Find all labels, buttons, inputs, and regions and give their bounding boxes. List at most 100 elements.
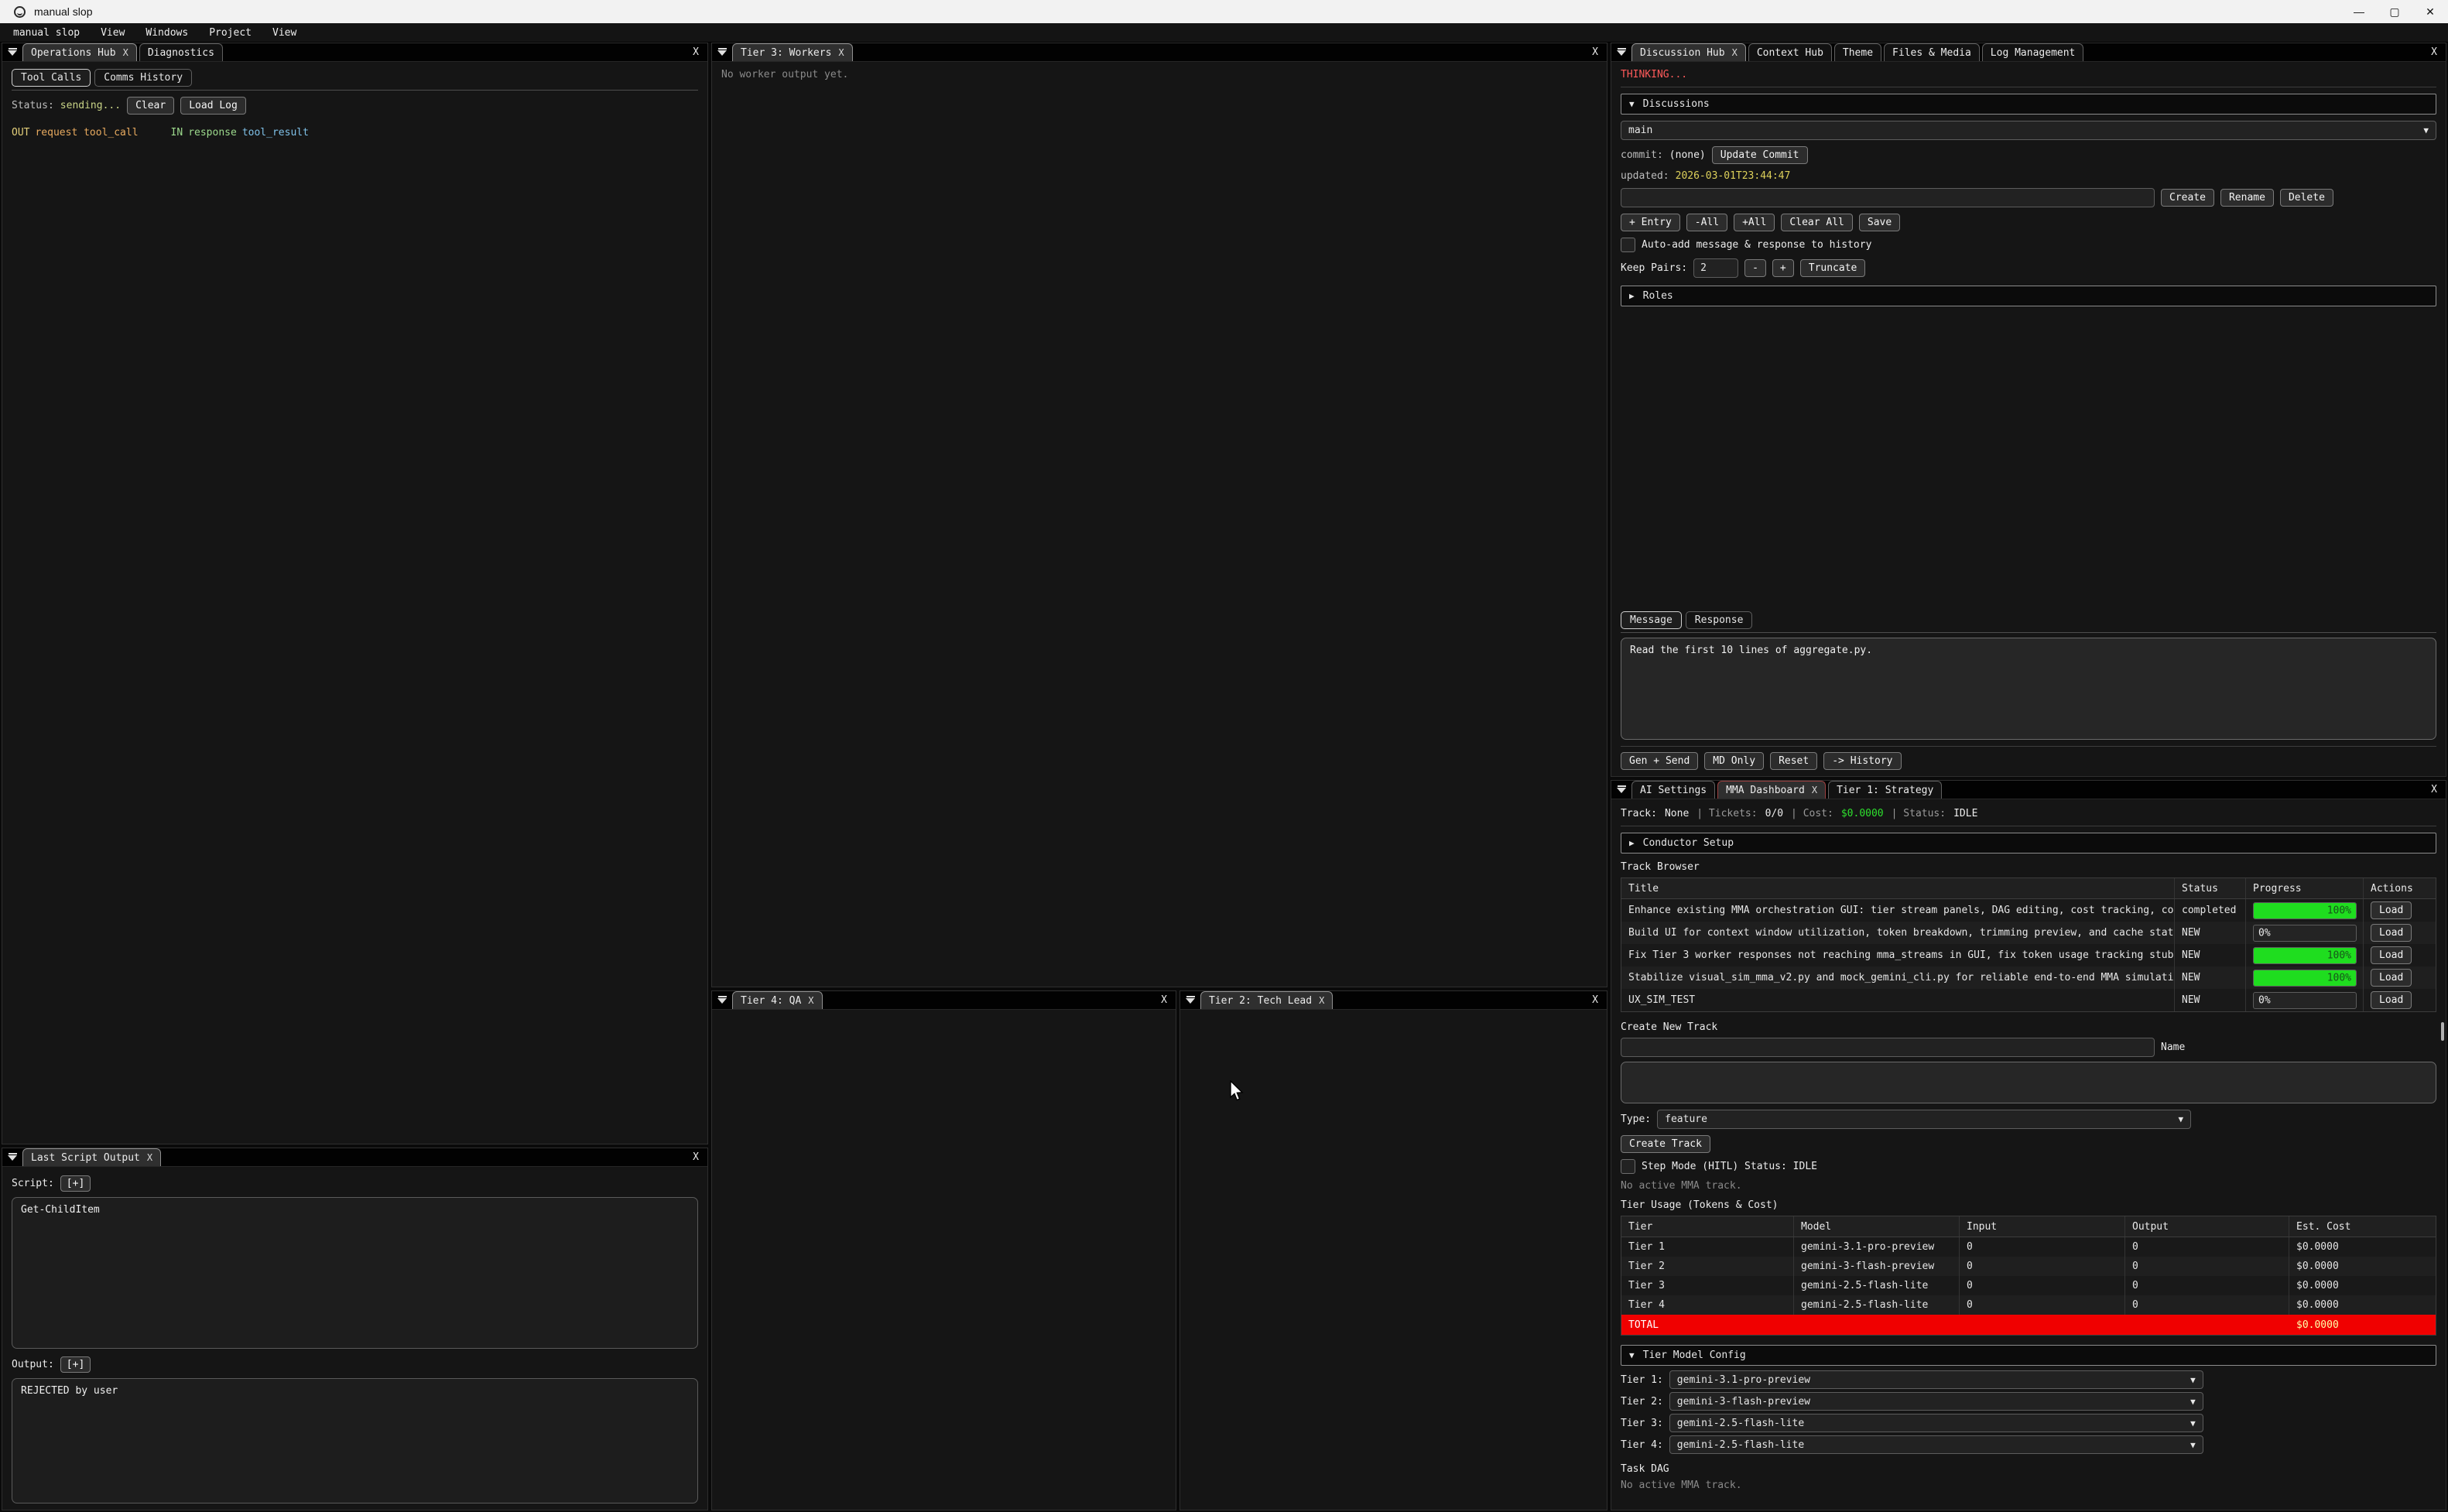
tab-discussion-hub[interactable]: Discussion Hub X bbox=[1631, 43, 1746, 61]
increment-button[interactable]: + bbox=[1772, 259, 1794, 277]
tab-operations-hub[interactable]: Operations Hub X bbox=[22, 43, 137, 61]
discussion-select[interactable]: main ▼ bbox=[1621, 121, 2436, 140]
tab-log-management[interactable]: Log Management bbox=[1982, 43, 2084, 61]
dock-menu-icon[interactable] bbox=[1180, 990, 1200, 1009]
menu-project[interactable]: Project bbox=[209, 27, 252, 39]
save-button[interactable]: Save bbox=[1859, 214, 1900, 231]
menu-view-2[interactable]: View bbox=[272, 27, 296, 39]
track-description-textarea[interactable] bbox=[1621, 1062, 2436, 1103]
reset-button[interactable]: Reset bbox=[1770, 752, 1817, 770]
load-track-button[interactable]: Load bbox=[2371, 991, 2412, 1009]
tab-ai-settings[interactable]: AI Settings bbox=[1631, 781, 1715, 799]
panel-close-icon[interactable]: X bbox=[2422, 46, 2446, 58]
discussion-name-input[interactable] bbox=[1621, 188, 2155, 207]
dock-menu-icon[interactable] bbox=[2, 43, 22, 61]
delete-button[interactable]: Delete bbox=[2280, 189, 2333, 207]
menu-view[interactable]: View bbox=[101, 27, 125, 39]
panel-close-icon[interactable]: X bbox=[1583, 994, 1607, 1006]
tab-tier2-tech-lead[interactable]: Tier 2: Tech Lead X bbox=[1200, 991, 1333, 1009]
load-track-button[interactable]: Load bbox=[2371, 924, 2412, 942]
conductor-setup-header[interactable]: ▶ Conductor Setup bbox=[1621, 833, 2436, 853]
gen-send-button[interactable]: Gen + Send bbox=[1621, 752, 1698, 770]
tier-model-config-header[interactable]: ▼ Tier Model Config bbox=[1621, 1345, 2436, 1366]
tab-mma-dashboard[interactable]: MMA Dashboard X bbox=[1717, 781, 1826, 799]
script-textarea[interactable]: Get-ChildItem bbox=[12, 1197, 698, 1349]
load-track-button[interactable]: Load bbox=[2371, 946, 2412, 964]
update-commit-button[interactable]: Update Commit bbox=[1712, 146, 1808, 164]
dock-menu-icon[interactable] bbox=[712, 43, 732, 61]
chevron-down-icon: ▼ bbox=[2190, 1418, 2196, 1428]
usage-cost: $0.0000 bbox=[2289, 1257, 2436, 1276]
truncate-button[interactable]: Truncate bbox=[1800, 259, 1866, 277]
dock-menu-icon[interactable] bbox=[1611, 43, 1631, 61]
tier-usage-table: Tier Model Input Output Est. Cost Tier 1… bbox=[1621, 1216, 2436, 1336]
discussions-header[interactable]: ▼ Discussions bbox=[1621, 94, 2436, 115]
autoadd-checkbox[interactable] bbox=[1621, 238, 1635, 252]
tier2-model-select[interactable]: gemini-3-flash-preview ▼ bbox=[1669, 1392, 2203, 1411]
to-history-button[interactable]: -> History bbox=[1823, 752, 1901, 770]
track-type-select[interactable]: feature ▼ bbox=[1657, 1110, 2191, 1129]
panel-close-icon[interactable]: X bbox=[1152, 994, 1176, 1006]
tab-theme[interactable]: Theme bbox=[1834, 43, 1881, 61]
tab-close-icon[interactable]: X bbox=[808, 995, 813, 1006]
tier4-model-select[interactable]: gemini-2.5-flash-lite ▼ bbox=[1669, 1435, 2203, 1454]
tab-response[interactable]: Response bbox=[1686, 611, 1753, 629]
tab-comms-history[interactable]: Comms History bbox=[94, 69, 192, 87]
load-log-button[interactable]: Load Log bbox=[180, 97, 246, 115]
tab-close-icon[interactable]: X bbox=[1812, 785, 1817, 795]
tab-close-icon[interactable]: X bbox=[123, 47, 128, 58]
panel-close-icon[interactable]: X bbox=[2422, 784, 2446, 795]
output-expand-button[interactable]: [+] bbox=[60, 1356, 91, 1373]
window-controls: — ▢ ✕ bbox=[2341, 0, 2448, 23]
clear-all-button[interactable]: Clear All bbox=[1781, 214, 1852, 231]
tab-tier4-qa[interactable]: Tier 4: QA X bbox=[732, 991, 823, 1009]
create-track-button[interactable]: Create Track bbox=[1621, 1135, 1710, 1153]
step-mode-checkbox[interactable] bbox=[1621, 1159, 1635, 1174]
tab-tool-calls[interactable]: Tool Calls bbox=[12, 69, 91, 87]
scrollbar-thumb[interactable] bbox=[2441, 1022, 2444, 1041]
dock-menu-icon[interactable] bbox=[1611, 780, 1631, 799]
message-textarea[interactable]: Read the first 10 lines of aggregate.py. bbox=[1621, 638, 2436, 740]
clear-button[interactable]: Clear bbox=[127, 97, 174, 115]
output-textarea[interactable]: REJECTED by user bbox=[12, 1378, 698, 1503]
tab-last-script-output[interactable]: Last Script Output X bbox=[22, 1148, 161, 1166]
roles-header[interactable]: ▶ Roles bbox=[1621, 286, 2436, 306]
script-expand-button[interactable]: [+] bbox=[60, 1175, 91, 1192]
script-text: Get-ChildItem bbox=[21, 1204, 100, 1216]
menu-manual-slop[interactable]: manual slop bbox=[13, 27, 80, 39]
maximize-button[interactable]: ▢ bbox=[2377, 0, 2412, 23]
dock-menu-icon[interactable] bbox=[2, 1148, 22, 1166]
add-entry-button[interactable]: + Entry bbox=[1621, 214, 1680, 231]
menu-windows[interactable]: Windows bbox=[146, 27, 188, 39]
tab-close-icon[interactable]: X bbox=[1732, 47, 1738, 58]
tier3-model-select[interactable]: gemini-2.5-flash-lite ▼ bbox=[1669, 1414, 2203, 1432]
collapse-all-button[interactable]: -All bbox=[1686, 214, 1727, 231]
rename-button[interactable]: Rename bbox=[2220, 189, 2274, 207]
tab-close-icon[interactable]: X bbox=[1319, 995, 1324, 1006]
tab-context-hub[interactable]: Context Hub bbox=[1748, 43, 1832, 61]
tab-files-media[interactable]: Files & Media bbox=[1884, 43, 1980, 61]
tier1-model-select[interactable]: gemini-3.1-pro-preview ▼ bbox=[1669, 1370, 2203, 1389]
panel-close-icon[interactable]: X bbox=[684, 1151, 707, 1163]
close-button[interactable]: ✕ bbox=[2412, 0, 2448, 23]
tab-tier1-strategy[interactable]: Tier 1: Strategy bbox=[1828, 781, 1942, 799]
dock-menu-icon[interactable] bbox=[712, 990, 732, 1009]
load-track-button[interactable]: Load bbox=[2371, 969, 2412, 987]
panel-close-icon[interactable]: X bbox=[684, 46, 707, 58]
tab-close-icon[interactable]: X bbox=[838, 47, 844, 58]
create-button[interactable]: Create bbox=[2161, 189, 2214, 207]
tool-call-log-line[interactable]: OUT request tool_call IN response tool_r… bbox=[12, 127, 309, 139]
tab-message[interactable]: Message bbox=[1621, 611, 1682, 629]
expand-all-button[interactable]: +All bbox=[1734, 214, 1775, 231]
tab-tier3-workers[interactable]: Tier 3: Workers X bbox=[732, 43, 853, 61]
panel-close-icon[interactable]: X bbox=[1583, 46, 1607, 58]
decrement-button[interactable]: - bbox=[1744, 259, 1766, 277]
md-only-button[interactable]: MD Only bbox=[1704, 752, 1764, 770]
minimize-button[interactable]: — bbox=[2341, 0, 2377, 23]
tab-diagnostics[interactable]: Diagnostics bbox=[139, 43, 223, 61]
tab-close-icon[interactable]: X bbox=[147, 1152, 152, 1163]
load-track-button[interactable]: Load bbox=[2371, 901, 2412, 919]
track-name-input[interactable] bbox=[1621, 1038, 2155, 1057]
combo-value: gemini-3-flash-preview bbox=[1677, 1396, 1810, 1408]
keep-pairs-input[interactable]: 2 bbox=[1693, 258, 1738, 278]
